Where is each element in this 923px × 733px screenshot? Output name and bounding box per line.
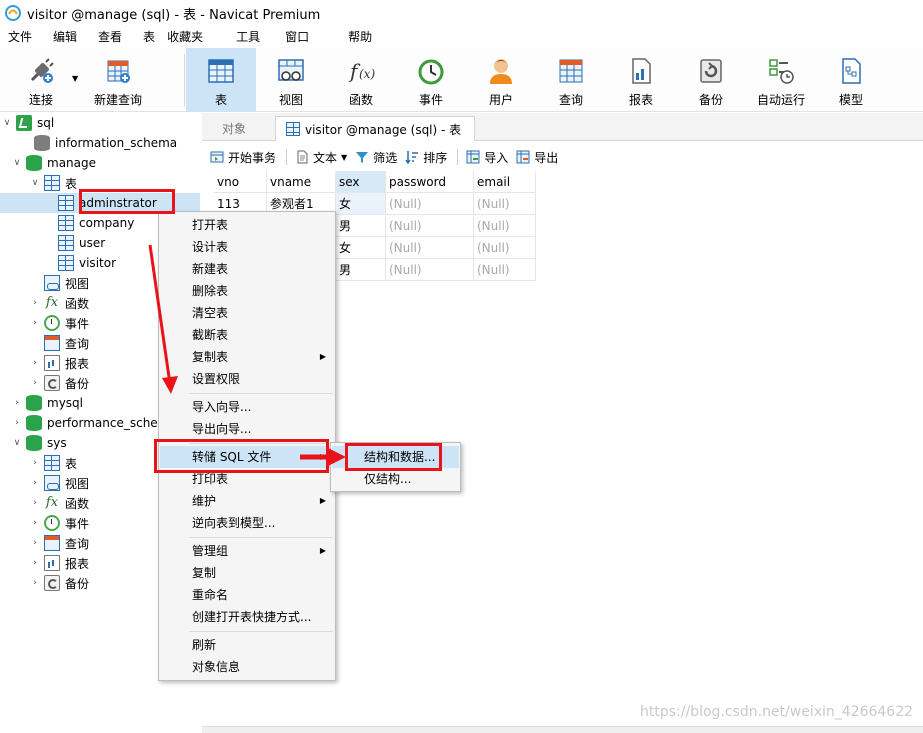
watermark-text: https://blog.csdn.net/weixin_42664622 bbox=[640, 704, 914, 720]
status-strip bbox=[202, 726, 923, 733]
annotation-arrows bbox=[148, 244, 346, 466]
annotation-arrowhead-icon bbox=[162, 376, 178, 394]
annotation-arrow-down bbox=[148, 244, 172, 385]
annotation-arrowhead-icon bbox=[328, 448, 346, 466]
